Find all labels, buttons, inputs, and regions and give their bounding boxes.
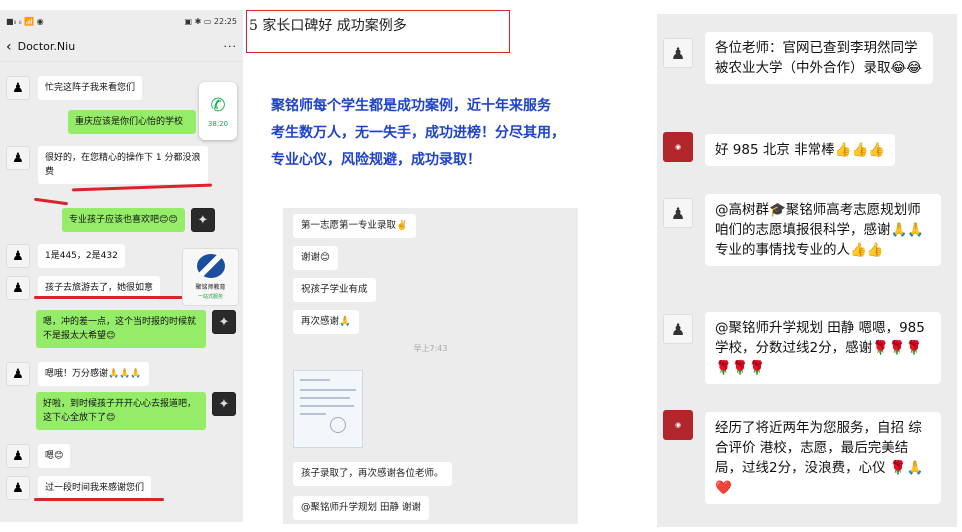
- logo-sub: 一站式服务: [197, 294, 223, 300]
- chat-message: 重庆应该是你们心怡的学校: [68, 110, 196, 134]
- chat-message: 第一志愿第一专业录取✌️: [293, 214, 416, 238]
- back-icon[interactable]: ‹: [6, 39, 12, 55]
- more-icon[interactable]: ···: [224, 40, 238, 53]
- chat-message: 祝孩子学业有成: [293, 278, 376, 302]
- avatar: ♟: [6, 476, 30, 500]
- chat-message: 再次感谢🙏: [293, 310, 359, 334]
- message-text: 好啦，到时候孩子开开心心去报道吧，这下心全放下了😊: [36, 392, 206, 430]
- avatar: ♟: [663, 314, 693, 344]
- headline-line: 专业心仪，风险规避，成功录取！: [271, 152, 481, 168]
- message-text: 嗯哦！万分感谢🙏🙏🙏: [38, 362, 149, 386]
- chat-message: 好啦，到时候孩子开开心心去报道吧，这下心全放下了😊 ✦: [36, 392, 236, 430]
- highlight-underline: [71, 183, 213, 192]
- chat-message: 各位老师：官网已查到李玥然同学被农业大学（中外合作）录取😂😂: [705, 32, 933, 84]
- avatar: ♟: [6, 276, 30, 300]
- avatar: ♟: [6, 362, 30, 386]
- chat-message: @聚铭师升学规划 田静 谢谢: [293, 496, 430, 520]
- avatar: ♟: [663, 198, 693, 228]
- logo-card: 聚铭师教育 一站式服务: [182, 248, 239, 306]
- chat-message: 经历了将近两年为您服务，自招 综合评价 港校，志愿，最后完美结局，过线2分，没浪…: [705, 412, 941, 504]
- chat-message: ♟ 嗯哦！万分感谢🙏🙏🙏: [6, 362, 149, 386]
- section-title: 5 家长口碑好 成功案例多: [249, 18, 407, 34]
- avatar: ✦: [190, 208, 215, 232]
- headline: 聚铭师每个学生都是成功案例，近十年来服务 考生数万人，无一失手，成功进榜！分尽其…: [271, 93, 663, 174]
- section-title-box: 5 家长口碑好 成功案例多: [246, 10, 510, 53]
- highlight-underline: [34, 296, 184, 299]
- avatar: ♟: [663, 38, 693, 68]
- avatar: ✦: [212, 392, 236, 416]
- avatar: ♟: [6, 146, 30, 170]
- chat-message: @聚铭师升学规划 田静 嗯嗯，985学校，分数过线2分，感谢🌹🌹🌹🌹🌹🌹: [705, 312, 941, 384]
- message-text: 1是445，2是432: [38, 244, 125, 268]
- message-text: 嗯😊: [38, 444, 71, 468]
- page: ■ᵢₗ ᵢₗ 📶 ◉ ▣ ✱ ▭ 22:25 ‹ Doctor.Niu ··· …: [0, 0, 962, 532]
- message-text: 过一段时间我来感谢您们: [38, 476, 152, 500]
- avatar: ♟: [6, 76, 30, 100]
- admission-letter-image[interactable]: [293, 370, 363, 448]
- chat-message: 好 985 北京 非常棒👍👍👍: [705, 134, 896, 166]
- message-text: 嗯，冲的差一点，这个当时报的时候就不是报太大希望😊: [36, 310, 206, 348]
- headline-line: 聚铭师每个学生都是成功案例，近十年来服务: [271, 98, 551, 114]
- status-bar: ■ᵢₗ ᵢₗ 📶 ◉ ▣ ✱ ▭ 22:25: [0, 10, 243, 32]
- chat-message: ♟ 嗯😊: [6, 444, 71, 468]
- chat-message: ♟ 过一段时间我来感谢您们: [6, 476, 152, 500]
- message-text: 专业孩子应该也喜欢吧😊😊: [62, 208, 185, 232]
- logo-icon: [196, 254, 225, 278]
- avatar: ◉: [663, 132, 693, 162]
- avatar: ◉: [663, 410, 693, 440]
- contact-name: Doctor.Niu: [17, 40, 76, 53]
- chat-header: ‹ Doctor.Niu ···: [0, 32, 243, 62]
- highlight-underline: [33, 197, 69, 206]
- message-text: 重庆应该是你们心怡的学校: [68, 110, 196, 134]
- logo-name: 聚铭师教育: [195, 284, 226, 291]
- message-text: 忙完这阵子我来看您们: [38, 76, 143, 100]
- chat-screenshot-middle: 第一志愿第一专业录取✌️ 谢谢😊 祝孩子学业有成 再次感谢🙏 早上7:43 孩子…: [283, 208, 578, 524]
- call-float-widget[interactable]: ✆ 38:20: [199, 82, 237, 140]
- phone-icon: ✆: [210, 94, 226, 116]
- chat-message: 嗯，冲的差一点，这个当时报的时候就不是报太大希望😊 ✦: [36, 310, 236, 348]
- chat-message: @高树群🎓聚铭师高考志愿规划师 咱们的志愿填报很科学，感谢🙏🙏专业的事情找专业的…: [705, 194, 941, 266]
- battery-time: ▣ ✱ ▭ 22:25: [184, 16, 237, 26]
- signal-icon: ■ᵢₗ ᵢₗ 📶 ◉: [6, 16, 44, 26]
- chat-message: ♟ 忙完这阵子我来看您们: [6, 76, 143, 100]
- chat-message: 专业孩子应该也喜欢吧😊😊 ✦: [62, 208, 215, 232]
- headline-line: 考生数万人，无一失手，成功进榜！分尽其用，: [271, 125, 565, 141]
- chat-message: 谢谢😊: [293, 246, 338, 270]
- avatar: ♟: [6, 444, 30, 468]
- chat-screenshot-right: ♟ 各位老师：官网已查到李玥然同学被农业大学（中外合作）录取😂😂 ◉ 好 985…: [657, 14, 957, 527]
- avatar: ♟: [6, 244, 30, 268]
- call-duration: 38:20: [207, 119, 229, 128]
- chat-message: ♟ 很好的，在您精心的操作下 1 分都没浪费: [6, 146, 208, 184]
- chat-message: 孩子录取了，再次感谢各位老师。: [293, 462, 452, 486]
- chat-message: ♟ 1是445，2是432: [6, 244, 125, 268]
- highlight-underline: [34, 498, 164, 501]
- message-text: 很好的，在您精心的操作下 1 分都没浪费: [38, 146, 208, 184]
- avatar: ✦: [212, 310, 236, 334]
- chat-timestamp: 早上7:43: [413, 344, 448, 353]
- chat-screenshot-left: ■ᵢₗ ᵢₗ 📶 ◉ ▣ ✱ ▭ 22:25 ‹ Doctor.Niu ··· …: [0, 10, 243, 522]
